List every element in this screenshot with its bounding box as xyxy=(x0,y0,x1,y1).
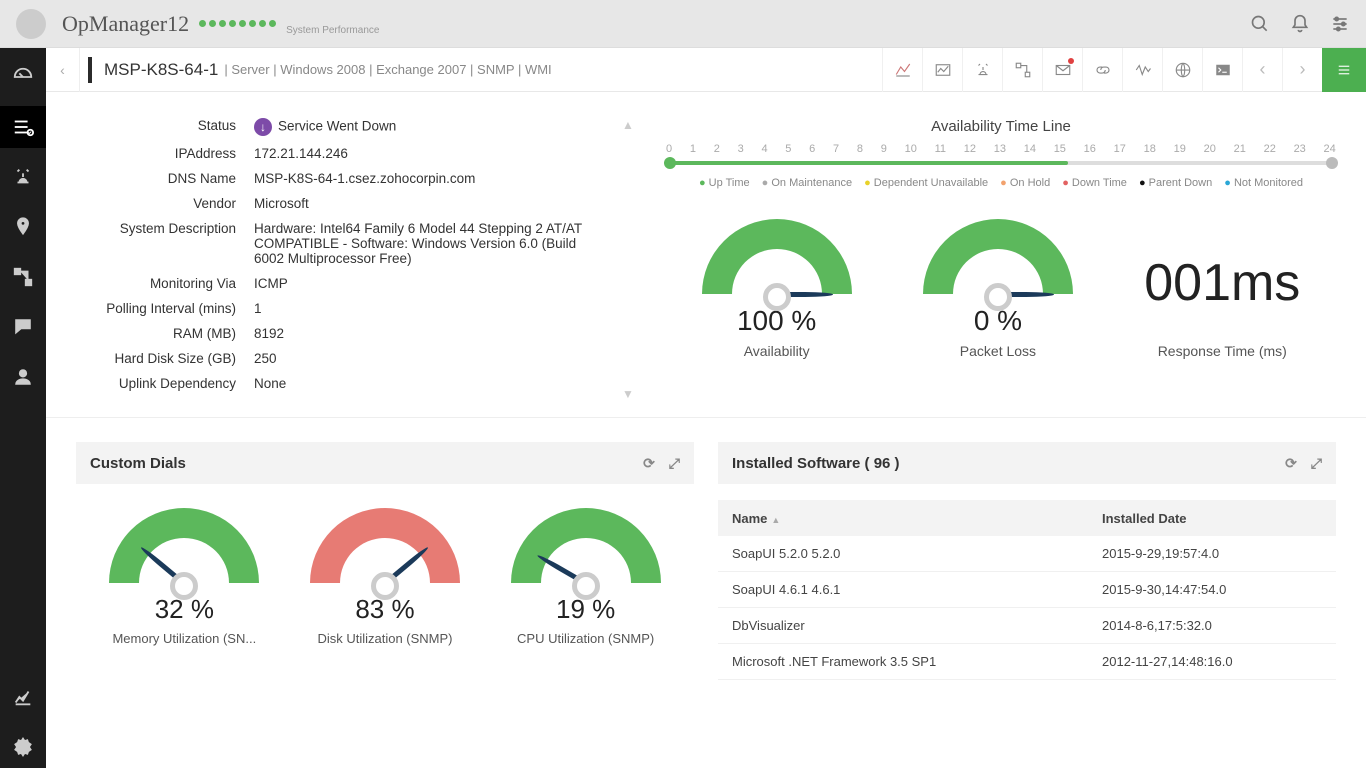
timeline-bar[interactable] xyxy=(666,161,1336,165)
val-ip: 172.21.144.246 xyxy=(254,146,348,161)
val-uplink: None xyxy=(254,376,286,391)
collapse-toggle[interactable]: ‹ xyxy=(46,48,80,92)
lbl-poll: Polling Interval (mins) xyxy=(76,301,236,316)
expand-icon[interactable]: ⤢ xyxy=(1311,455,1322,472)
terminal-icon[interactable] xyxy=(1202,48,1242,92)
table-row[interactable]: Microsoft .NET Framework 3.5 SP12012-11-… xyxy=(718,644,1336,680)
settings-sliders-icon[interactable] xyxy=(1330,14,1350,34)
lbl-mon: Monitoring Via xyxy=(76,276,236,291)
lbl-ram: RAM (MB) xyxy=(76,326,236,341)
topbar-actions xyxy=(1250,14,1350,34)
lbl-uplink: Uplink Dependency xyxy=(76,376,236,391)
lbl-vendor: Vendor xyxy=(76,196,236,211)
alarm-icon[interactable] xyxy=(962,48,1002,92)
workflow-icon[interactable] xyxy=(1002,48,1042,92)
panel-custom-dials: Custom Dials ⟳ ⤢ 32 %Memory Utilization (S… xyxy=(76,442,694,680)
val-mon: ICMP xyxy=(254,276,288,291)
device-header: ‹ MSP-K8S-64-1 | Server | Windows 2008 |… xyxy=(46,48,1366,92)
val-poll: 1 xyxy=(254,301,262,316)
lbl-hd: Hard Disk Size (GB) xyxy=(76,351,236,366)
sort-icon[interactable]: ▲ xyxy=(771,515,780,525)
detail-pager[interactable]: ▲▼ xyxy=(616,118,636,401)
dial: 32 %Memory Utilization (SN... xyxy=(109,508,259,646)
status-down-icon: ↓ xyxy=(254,118,272,136)
mail-icon[interactable] xyxy=(1042,48,1082,92)
table-row[interactable]: DbVisualizer2014-8-6,17:5:32.0 xyxy=(718,608,1336,644)
table-row[interactable]: SoapUI 5.2.0 5.2.02015-9-29,19:57:4.0 xyxy=(718,536,1336,572)
lbl-desc: System Description xyxy=(76,221,236,266)
panel-title: Custom Dials xyxy=(90,455,186,472)
globe-icon[interactable] xyxy=(1162,48,1202,92)
device-name: MSP-K8S-64-1 xyxy=(104,60,218,80)
panel-title: Installed Software ( 96 ) xyxy=(732,455,900,472)
bell-icon[interactable] xyxy=(1290,14,1310,34)
sysperf-label: System Performance xyxy=(286,25,379,36)
device-details: Status ↓ Service Went Down IPAddress 172.21… xyxy=(76,118,616,401)
expand-icon[interactable]: ⤢ xyxy=(669,455,680,472)
accent-bar xyxy=(88,57,92,83)
val-hd: 250 xyxy=(254,351,277,366)
dial: 83 %Disk Utilization (SNMP) xyxy=(310,508,460,646)
lbl-dns: DNS Name xyxy=(76,171,236,186)
next-arrow[interactable]: › xyxy=(1282,48,1322,92)
nav-maps[interactable] xyxy=(0,206,46,248)
left-nav xyxy=(0,48,46,768)
avatar[interactable] xyxy=(16,9,46,39)
val-ram: 8192 xyxy=(254,326,284,341)
gauge-availability: 100 % Availability xyxy=(702,219,852,359)
gauge-response-time: 001ms Response Time (ms) xyxy=(1144,253,1300,359)
panel-installed-software: Installed Software ( 96 ) ⟳ ⤢ Name▲Install… xyxy=(718,442,1336,680)
val-desc: Hardware: Intel64 Family 6 Model 44 Step… xyxy=(254,221,594,266)
device-meta: | Server | Windows 2008 | Exchange 2007 … xyxy=(224,62,551,77)
menu-button[interactable] xyxy=(1322,48,1366,92)
dial: 19 %CPU Utilization (SNMP) xyxy=(511,508,661,646)
val-dns: MSP-K8S-64-1.csez.zohocorpin.com xyxy=(254,171,475,186)
refresh-icon[interactable]: ⟳ xyxy=(643,455,655,472)
perf-dots xyxy=(199,20,276,27)
link-icon[interactable] xyxy=(1082,48,1122,92)
nav-reports[interactable] xyxy=(0,676,46,718)
val-status: Service Went Down xyxy=(278,119,396,134)
timeline-legend: Up Time On Maintenance Dependent Unavail… xyxy=(666,177,1336,189)
nav-workflow[interactable] xyxy=(0,256,46,298)
table-row[interactable]: SoapUI 4.6.1 4.6.12015-9-30,14:47:54.0 xyxy=(718,572,1336,608)
device-actions: ‹ › xyxy=(882,48,1366,92)
table-header: Name▲Installed Date xyxy=(718,500,1336,536)
lbl-status: Status xyxy=(76,118,236,136)
nav-user[interactable] xyxy=(0,356,46,398)
prev-arrow[interactable]: ‹ xyxy=(1242,48,1282,92)
activity-icon[interactable] xyxy=(1122,48,1162,92)
nav-dashboard[interactable] xyxy=(0,56,46,98)
search-icon[interactable] xyxy=(1250,14,1270,34)
timeline-ticks: 0123456789101112131415161718192021222324 xyxy=(666,143,1336,155)
perf-icon[interactable] xyxy=(922,48,962,92)
nav-chat[interactable] xyxy=(0,306,46,348)
gauge-packet-loss: 0 % Packet Loss xyxy=(923,219,1073,359)
lbl-ip: IPAddress xyxy=(76,146,236,161)
nav-settings[interactable] xyxy=(0,726,46,768)
refresh-icon[interactable]: ⟳ xyxy=(1285,455,1297,472)
nav-inventory[interactable] xyxy=(0,106,46,148)
content: Status ↓ Service Went Down IPAddress 172.21… xyxy=(46,92,1366,768)
timeline-title: Availability Time Line xyxy=(666,118,1336,135)
graph-icon[interactable] xyxy=(882,48,922,92)
topbar: OpManager12 System Performance xyxy=(0,0,1366,48)
product-name: OpManager12 xyxy=(62,11,189,37)
val-vendor: Microsoft xyxy=(254,196,309,211)
nav-alarms[interactable] xyxy=(0,156,46,198)
